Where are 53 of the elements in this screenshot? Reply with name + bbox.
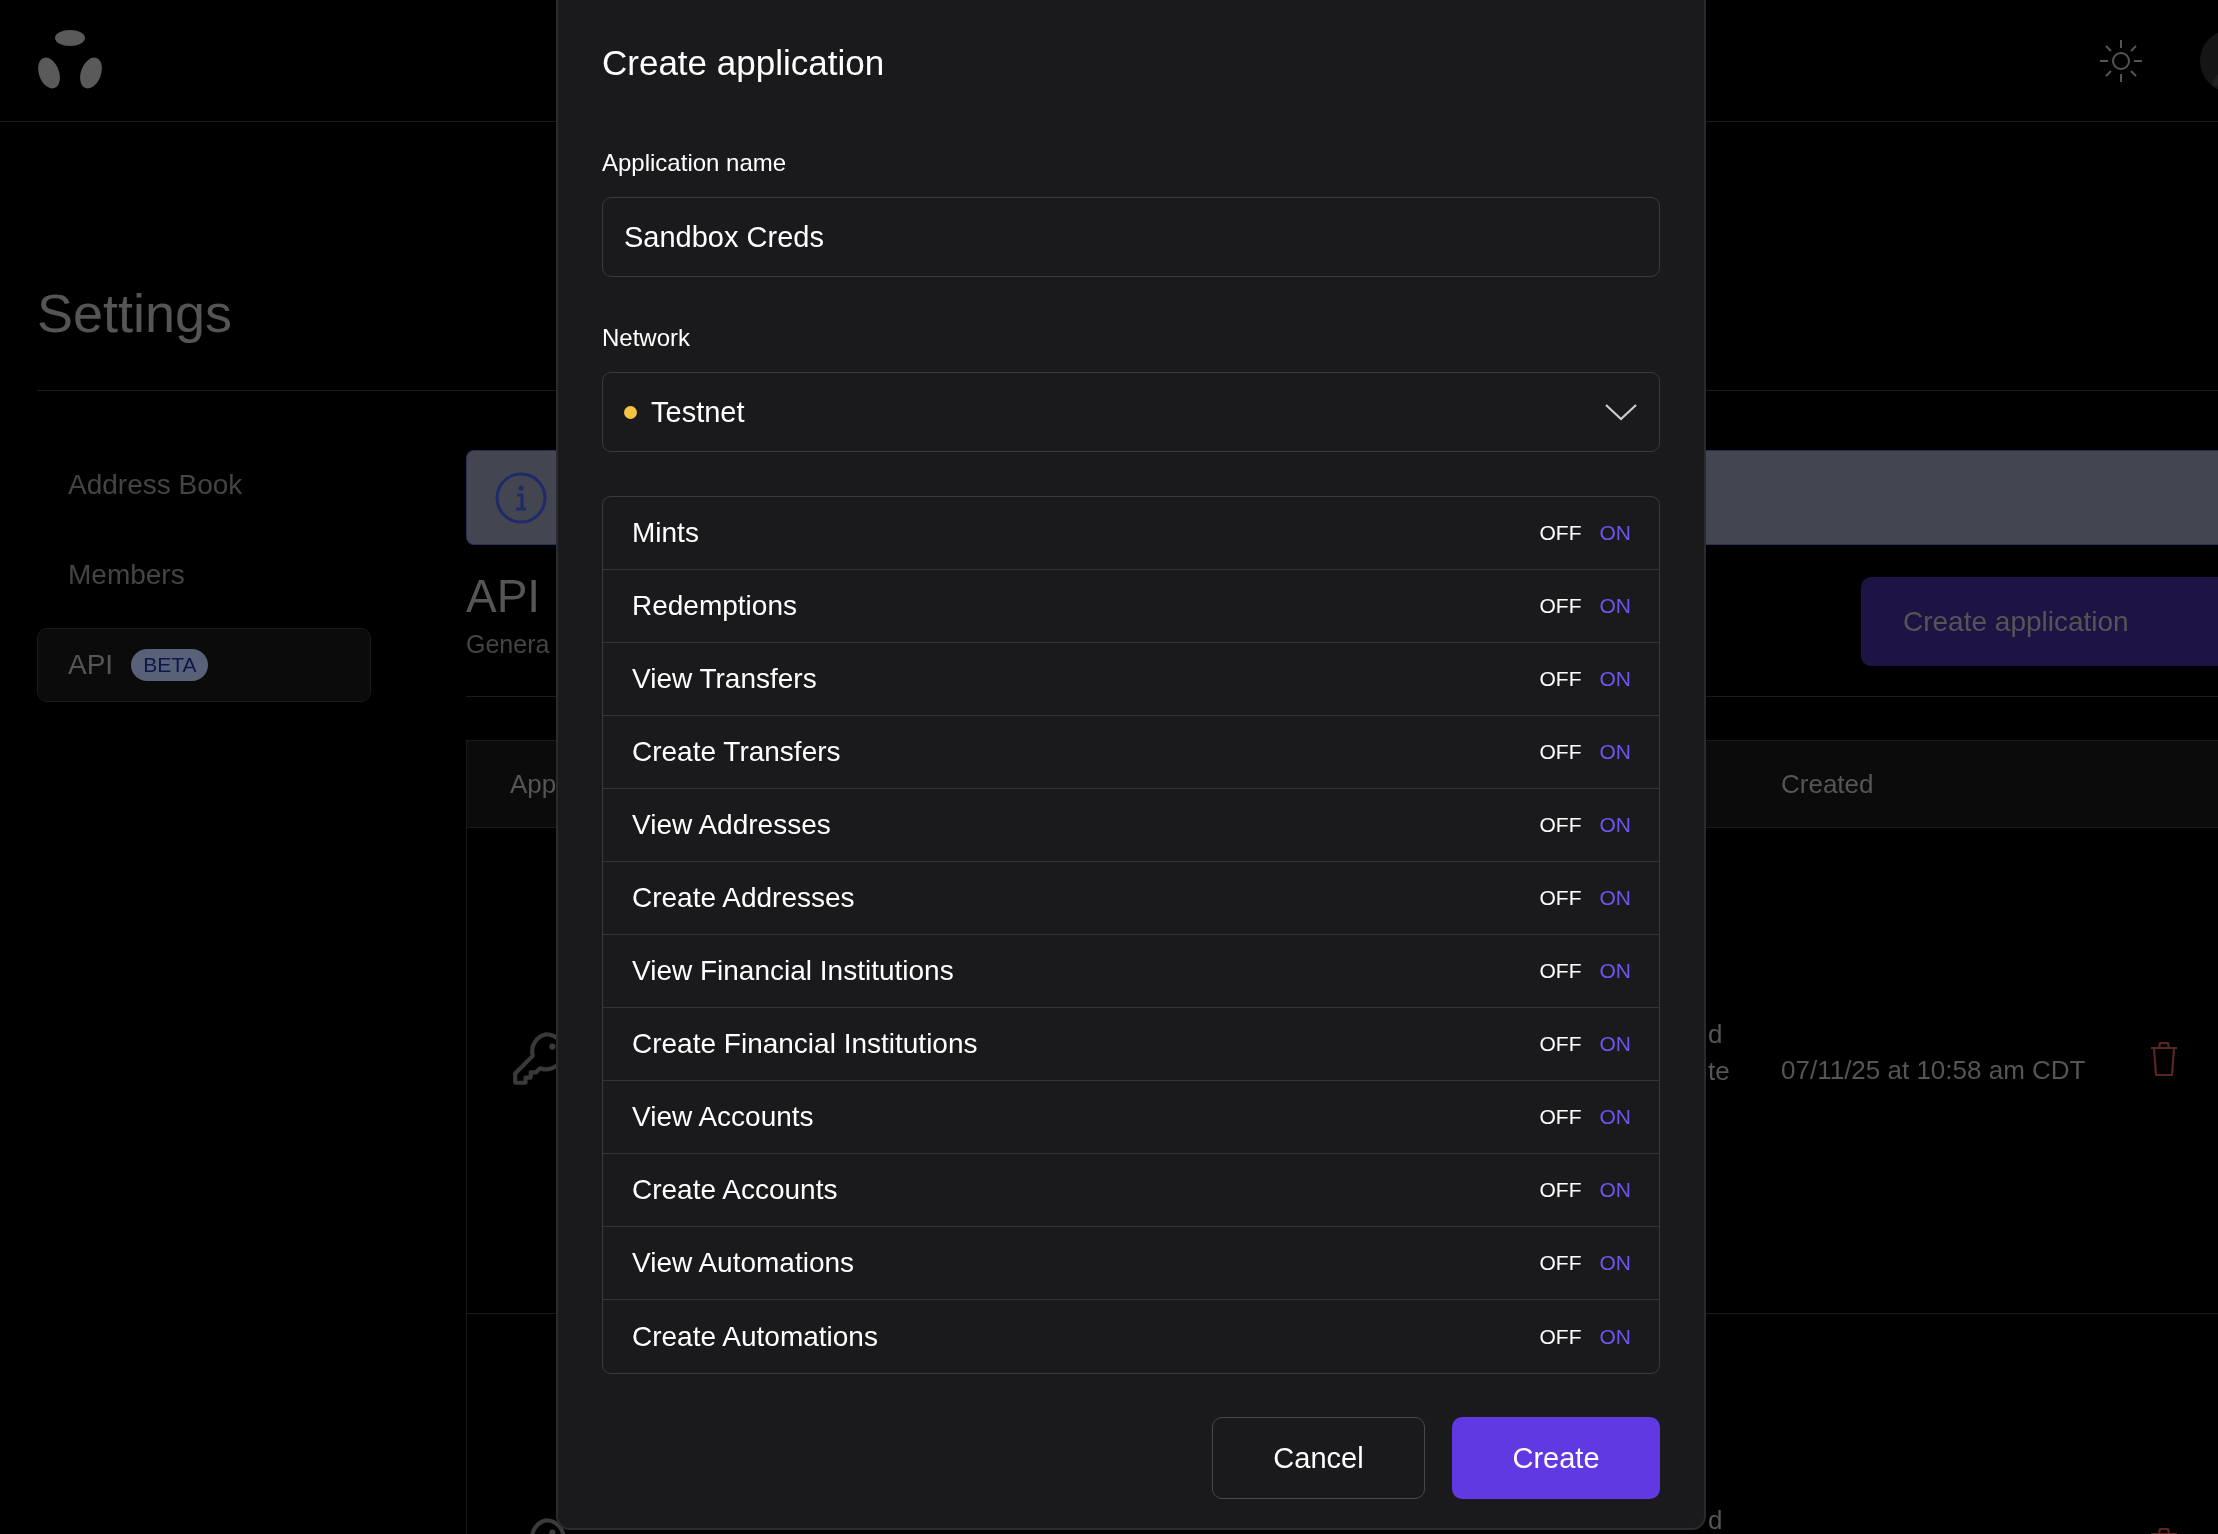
off-option[interactable]: OFF: [1539, 813, 1582, 837]
off-option[interactable]: OFF: [1539, 667, 1582, 691]
created-date: 07/11/25 at 10:58 am CDT: [1781, 1055, 2086, 1085]
permission-label: Create Automations: [632, 1320, 879, 1353]
off-option[interactable]: OFF: [1539, 1178, 1582, 1202]
off-option[interactable]: OFF: [1539, 1324, 1582, 1349]
on-option[interactable]: ON: [1599, 1251, 1631, 1275]
on-option[interactable]: ON: [1599, 1105, 1631, 1129]
column-header: Created: [1781, 768, 1875, 800]
permission-label: View Financial Institutions: [632, 955, 955, 987]
on-option[interactable]: ON: [1599, 521, 1631, 545]
page-title: Settings: [37, 282, 233, 344]
on-option[interactable]: ON: [1599, 1324, 1631, 1349]
off-option[interactable]: OFF: [1539, 959, 1582, 983]
off-option[interactable]: OFF: [1539, 740, 1582, 764]
permission-label: Mints: [632, 517, 700, 549]
on-option[interactable]: ON: [1599, 740, 1631, 764]
create-button[interactable]: Create: [1452, 1417, 1660, 1499]
permission-label: View Automations: [632, 1247, 856, 1279]
section-heading: API: [466, 569, 541, 624]
off-option[interactable]: OFF: [1539, 1032, 1582, 1056]
permission-label: Create Accounts: [632, 1174, 839, 1206]
off-option[interactable]: OFF: [1539, 521, 1582, 545]
on-option[interactable]: ON: [1599, 1032, 1631, 1056]
off-option[interactable]: OFF: [1539, 594, 1582, 618]
on-option[interactable]: ON: [1599, 959, 1631, 983]
table-cell-text: d: [1708, 1018, 1724, 1051]
field-label: Application name: [602, 148, 788, 178]
permission-label: Redemptions: [632, 590, 798, 622]
dialog-title: Create application: [602, 42, 886, 84]
column-header: App: [509, 768, 558, 800]
table-cell-text: d: [1708, 1504, 1724, 1534]
permission-label: View Accounts: [632, 1101, 815, 1133]
off-option[interactable]: OFF: [1539, 1251, 1582, 1275]
on-option[interactable]: ON: [1599, 594, 1631, 618]
beta-badge: BETA: [131, 649, 209, 681]
permission-label: Create Financial Institutions: [632, 1028, 979, 1060]
off-option[interactable]: OFF: [1539, 886, 1582, 910]
network-select[interactable]: Testnet: [602, 372, 1660, 452]
on-option[interactable]: ON: [1599, 886, 1631, 910]
table-cell-text: te: [1708, 1055, 1731, 1088]
permission-label: View Transfers: [632, 663, 818, 695]
on-option[interactable]: ON: [1599, 813, 1631, 837]
permission-label: View Addresses: [632, 809, 832, 841]
on-option[interactable]: ON: [1599, 667, 1631, 691]
on-option[interactable]: ON: [1599, 1178, 1631, 1202]
field-label: Network: [602, 323, 692, 353]
off-option[interactable]: OFF: [1539, 1105, 1582, 1129]
section-subtitle: Genera: [466, 629, 550, 660]
permission-label: Create Addresses: [632, 882, 856, 914]
cancel-button[interactable]: Cancel: [1212, 1417, 1425, 1499]
application-name-field[interactable]: Sandbox Creds: [602, 197, 1660, 277]
permission-label: Create Transfers: [632, 736, 842, 768]
